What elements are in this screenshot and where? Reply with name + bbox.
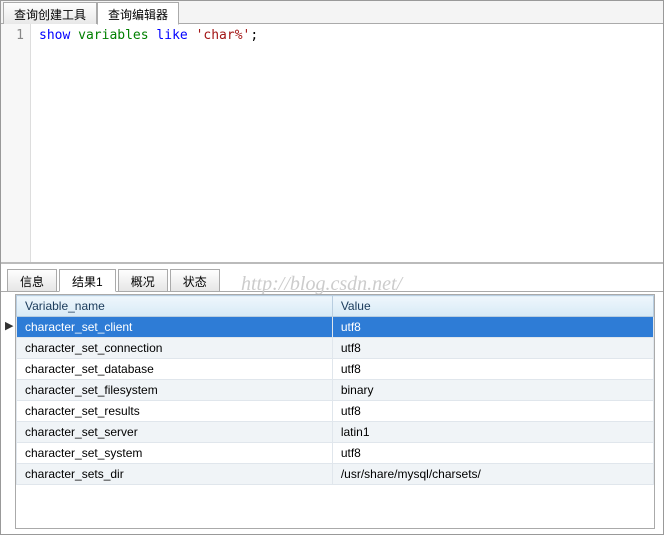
table-row[interactable]: character_set_clientutf8 bbox=[17, 317, 654, 338]
tab-label: 信息 bbox=[20, 275, 44, 289]
semicolon: ; bbox=[250, 28, 258, 43]
tab-label: 结果1 bbox=[72, 275, 103, 289]
table-row[interactable]: character_set_connectionutf8 bbox=[17, 338, 654, 359]
tab-overview[interactable]: 概况 bbox=[118, 269, 168, 291]
editor-gutter: 1 bbox=[1, 24, 31, 262]
cell-variable-name[interactable]: character_set_server bbox=[17, 422, 333, 443]
column-header-variable-name[interactable]: Variable_name bbox=[17, 296, 333, 317]
line-number: 1 bbox=[1, 28, 24, 43]
results-body: character_set_clientutf8character_set_co… bbox=[17, 317, 654, 485]
tab-status[interactable]: 状态 bbox=[170, 269, 220, 291]
tab-label: 状态 bbox=[183, 275, 207, 289]
cell-variable-name[interactable]: character_set_connection bbox=[17, 338, 333, 359]
table-row[interactable]: character_set_databaseutf8 bbox=[17, 359, 654, 380]
keyword-like: like bbox=[156, 28, 187, 43]
cell-value[interactable]: latin1 bbox=[332, 422, 653, 443]
editor-code-area[interactable]: show variables like 'char%'; bbox=[31, 24, 266, 262]
tab-info[interactable]: 信息 bbox=[7, 269, 57, 291]
keyword-variables: variables bbox=[78, 28, 148, 43]
table-row[interactable]: character_set_resultsutf8 bbox=[17, 401, 654, 422]
tab-query-create[interactable]: 查询创建工具 bbox=[3, 2, 97, 24]
results-grid[interactable]: Variable_name Value character_set_client… bbox=[15, 294, 655, 529]
tab-result1[interactable]: 结果1 bbox=[59, 269, 116, 292]
table-header-row: Variable_name Value bbox=[17, 296, 654, 317]
cell-variable-name[interactable]: character_set_client bbox=[17, 317, 333, 338]
table-row[interactable]: character_sets_dir/usr/share/mysql/chars… bbox=[17, 464, 654, 485]
row-pointer-icon: ▶ bbox=[5, 319, 13, 332]
results-table: Variable_name Value character_set_client… bbox=[16, 295, 654, 485]
cell-value[interactable]: utf8 bbox=[332, 338, 653, 359]
cell-value[interactable]: binary bbox=[332, 380, 653, 401]
tab-label: 查询编辑器 bbox=[108, 8, 168, 22]
cell-value[interactable]: utf8 bbox=[332, 443, 653, 464]
cell-variable-name[interactable]: character_sets_dir bbox=[17, 464, 333, 485]
cell-value[interactable]: /usr/share/mysql/charsets/ bbox=[332, 464, 653, 485]
cell-value[interactable]: utf8 bbox=[332, 401, 653, 422]
tab-label: 概况 bbox=[131, 275, 155, 289]
keyword-show: show bbox=[39, 28, 70, 43]
table-row[interactable]: character_set_systemutf8 bbox=[17, 443, 654, 464]
tab-label: 查询创建工具 bbox=[14, 8, 86, 22]
result-tabbar: 信息 结果1 概况 状态 bbox=[1, 268, 663, 292]
tab-query-editor[interactable]: 查询编辑器 bbox=[97, 2, 179, 25]
cell-variable-name[interactable]: character_set_database bbox=[17, 359, 333, 380]
table-row[interactable]: character_set_filesystembinary bbox=[17, 380, 654, 401]
cell-value[interactable]: utf8 bbox=[332, 359, 653, 380]
results-wrapper: ▶ Variable_name Value character_set_clie… bbox=[5, 294, 659, 529]
string-literal: 'char%' bbox=[196, 28, 251, 43]
cell-variable-name[interactable]: character_set_results bbox=[17, 401, 333, 422]
sql-editor[interactable]: 1 show variables like 'char%'; bbox=[1, 24, 663, 264]
cell-variable-name[interactable]: character_set_system bbox=[17, 443, 333, 464]
cell-variable-name[interactable]: character_set_filesystem bbox=[17, 380, 333, 401]
table-row[interactable]: character_set_serverlatin1 bbox=[17, 422, 654, 443]
editor-tabbar: 查询创建工具 查询编辑器 bbox=[1, 1, 663, 24]
cell-value[interactable]: utf8 bbox=[332, 317, 653, 338]
column-header-value[interactable]: Value bbox=[332, 296, 653, 317]
